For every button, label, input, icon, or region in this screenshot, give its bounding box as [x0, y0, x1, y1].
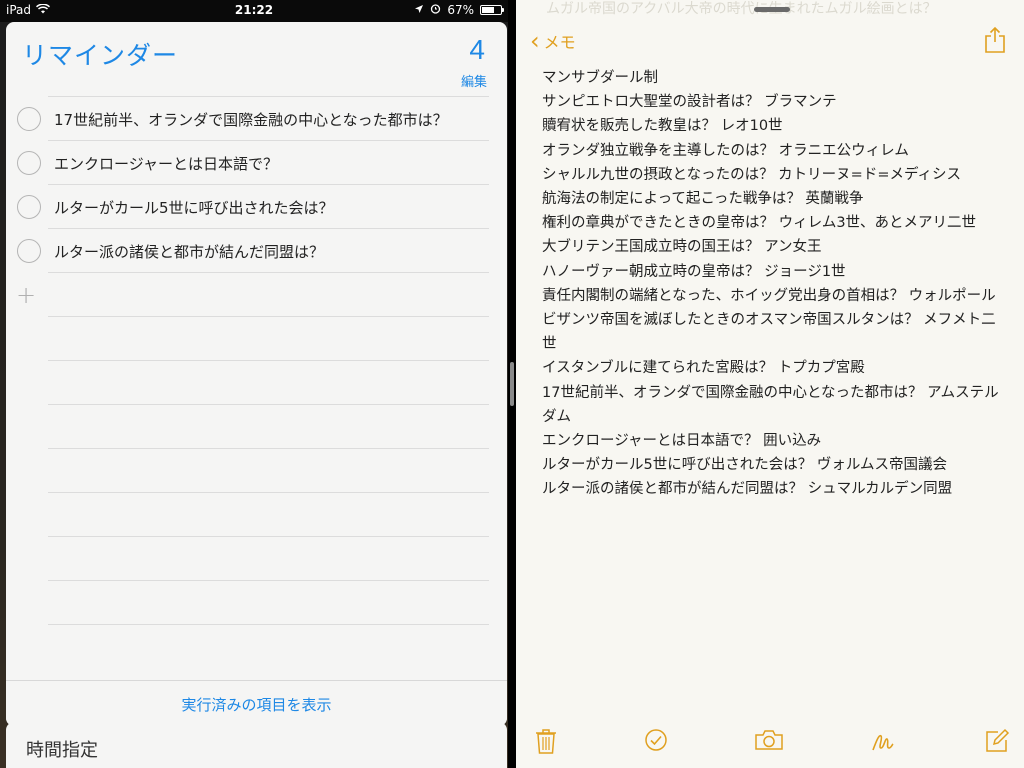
empty-row: [48, 624, 489, 668]
camera-icon[interactable]: [754, 728, 786, 754]
reminder-text[interactable]: ルターがカール5世に呼び出された会は？: [54, 197, 334, 218]
next-list-card[interactable]: 時間指定: [6, 722, 507, 768]
reminder-item[interactable]: エンクロージャーとは日本語で？: [17, 140, 489, 184]
reminder-item[interactable]: 17世紀前半、オランダで国際金融の中心となった都市は？: [17, 96, 489, 140]
note-line[interactable]: オランダ独立戦争を主導したのは？ オラニエ公ウィレム: [542, 139, 1002, 163]
note-line[interactable]: エンクロージャーとは日本語で？ 囲い込み: [542, 429, 1002, 453]
note-line[interactable]: ルターがカール5世に呼び出された会は？ ヴォルムス帝国議会: [542, 453, 1002, 477]
add-reminder-row[interactable]: +: [16, 272, 489, 316]
note-line[interactable]: ルター派の諸侯と都市が結んだ同盟は？ シュマルカルデン同盟: [542, 477, 1002, 501]
grab-bar[interactable]: [754, 7, 790, 12]
notes-pane: ムガル帝国のアクバル大帝の時代に生まれたムガル絵画とは？ ‹ メモ マンサブダー…: [516, 0, 1024, 768]
empty-row: [48, 448, 489, 492]
note-line[interactable]: ハノーヴァー朝成立時の皇帝は？ ジョージ1世: [542, 260, 1002, 284]
note-body[interactable]: マンサブダール制 サンピエトロ大聖堂の設計者は？ ブラマンテ 贖宥状を販売した教…: [542, 66, 1002, 502]
notes-toolbar: [516, 716, 1024, 768]
show-completed-button[interactable]: 実行済みの項目を表示: [6, 694, 507, 715]
next-list-title[interactable]: 時間指定: [26, 736, 98, 762]
complete-checkbox[interactable]: [17, 151, 41, 175]
back-button[interactable]: ‹ メモ: [530, 29, 576, 53]
battery-icon: [480, 5, 504, 15]
reminder-item[interactable]: ルター派の諸侯と都市が結んだ同盟は？: [17, 228, 489, 272]
empty-row: [48, 492, 489, 536]
reminders-card: リマインダー 4 編集 17世紀前半、オランダで国際金融の中心となった都市は？ …: [6, 22, 507, 726]
note-line[interactable]: シャルル九世の摂政となったのは？ カトリーヌ=ド=メディシス: [542, 163, 1002, 187]
reminders-list: 17世紀前半、オランダで国際金融の中心となった都市は？ エンクロージャーとは日本…: [6, 96, 507, 668]
empty-row: [48, 580, 489, 624]
status-right: 67%: [414, 3, 504, 17]
complete-checkbox[interactable]: [17, 107, 41, 131]
location-icon: [414, 3, 424, 17]
share-icon[interactable]: [984, 26, 1006, 54]
note-line[interactable]: サンピエトロ大聖堂の設計者は？ ブラマンテ: [542, 90, 1002, 114]
note-line[interactable]: マンサブダール制: [542, 66, 1002, 90]
empty-row: [48, 536, 489, 580]
complete-checkbox[interactable]: [17, 195, 41, 219]
edit-button[interactable]: 編集: [461, 71, 487, 90]
reminders-count: 4: [469, 34, 485, 65]
status-bar: iPad 21:22 67%: [0, 0, 508, 22]
note-line[interactable]: 権利の章典ができたときの皇帝は？ ウィレム3世、あとメアリ二世: [542, 211, 1002, 235]
note-line[interactable]: 17世紀前半、オランダで国際金融の中心となった都市は？ アムステルダム: [542, 381, 1002, 429]
battery-percent: 67%: [447, 3, 474, 17]
note-line[interactable]: ビザンツ帝国を滅ぼしたときのオスマン帝国スルタンは？ メフメト二世: [542, 308, 1002, 356]
note-line[interactable]: 航海法の制定によって起こった戦争は？ 英蘭戦争: [542, 187, 1002, 211]
alarm-icon: [430, 3, 441, 17]
note-ghost-text: ムガル帝国のアクバル大帝の時代に生まれたムガル絵画とは？: [546, 1, 937, 17]
note-line[interactable]: 大ブリテン王国成立時の国王は？ アン女王: [542, 235, 1002, 259]
note-line[interactable]: イスタンブルに建てられた宮殿は？ トプカプ宮殿: [542, 356, 1002, 380]
complete-checkbox[interactable]: [17, 239, 41, 263]
sketch-icon[interactable]: [870, 728, 896, 754]
note-line[interactable]: 責任内閣制の端緒となった、ホイッグ党出身の首相は？ ウォルポール: [542, 284, 1002, 308]
reminders-title: リマインダー: [22, 42, 179, 70]
empty-row: [48, 316, 489, 360]
reminder-text[interactable]: ルター派の諸侯と都市が結んだ同盟は？: [54, 241, 324, 262]
reminder-text[interactable]: エンクロージャーとは日本語で？: [54, 153, 278, 174]
split-handle[interactable]: [510, 362, 514, 406]
battery-fill: [482, 7, 494, 13]
compose-icon[interactable]: [984, 728, 1010, 754]
note-line[interactable]: 贖宥状を販売した教皇は？ レオ10世: [542, 114, 1002, 138]
trash-icon[interactable]: [534, 728, 560, 754]
reminder-text[interactable]: 17世紀前半、オランダで国際金融の中心となった都市は？: [54, 109, 448, 130]
chevron-left-icon: ‹: [530, 27, 540, 55]
reminders-footer: 実行済みの項目を表示: [6, 680, 507, 726]
empty-row: [48, 360, 489, 404]
checklist-icon[interactable]: [644, 728, 670, 754]
plus-icon[interactable]: +: [16, 283, 36, 307]
back-label: メモ: [543, 33, 576, 52]
reminders-pane: リマインダー 4 編集 17世紀前半、オランダで国際金融の中心となった都市は？ …: [0, 22, 508, 768]
reminder-item[interactable]: ルターがカール5世に呼び出された会は？: [17, 184, 489, 228]
empty-row: [48, 404, 489, 448]
